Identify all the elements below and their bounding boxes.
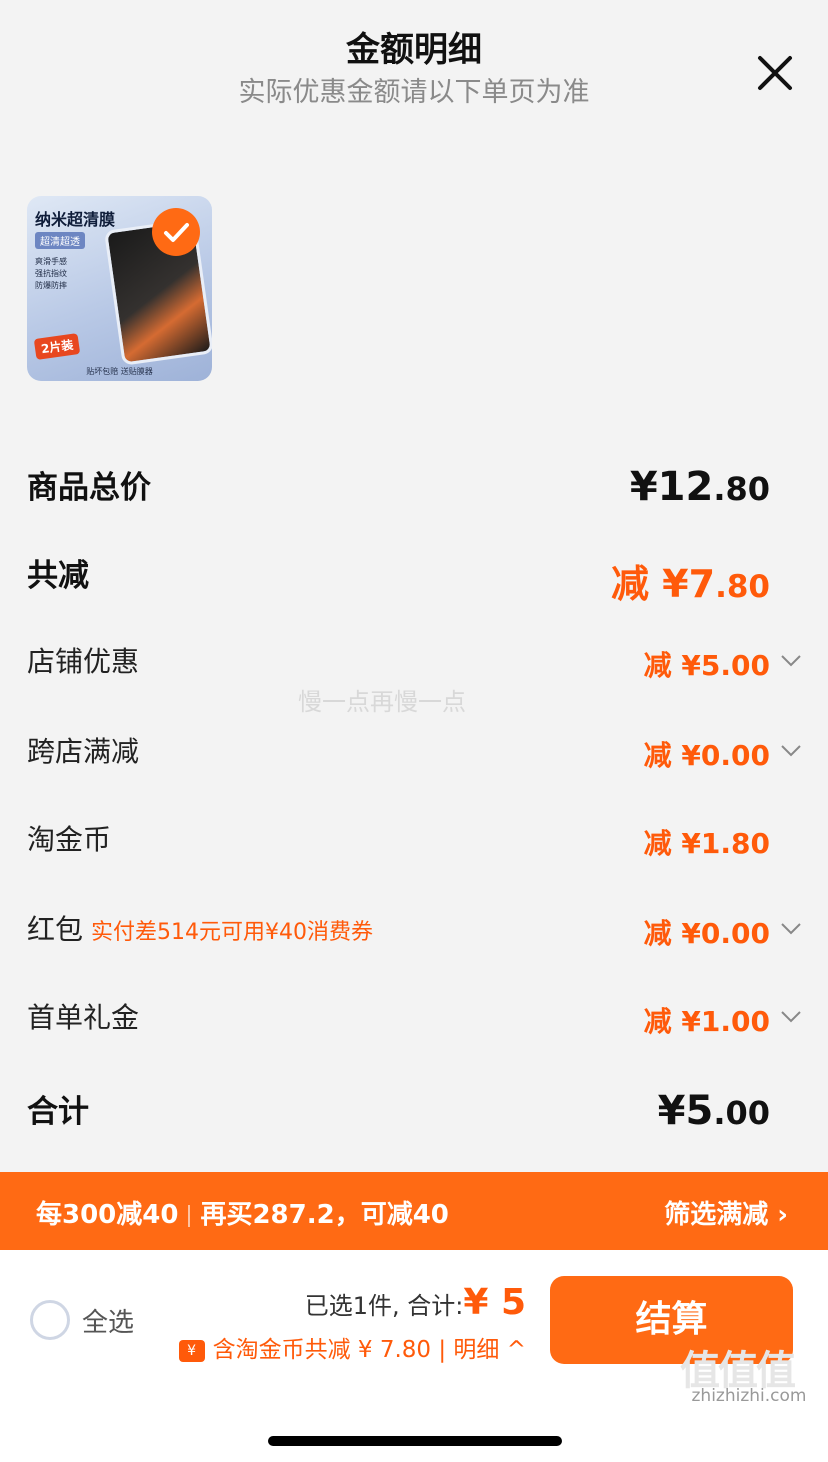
promo-bar[interactable]: 每300减40 再买287.2，可减40 筛选满减 › bbox=[0, 1172, 828, 1250]
coin-discount-details[interactable]: ¥ 含淘金币共减 ¥ 7.80 | 明细 ^ bbox=[178, 1330, 526, 1364]
discount-label: 共减 bbox=[27, 558, 89, 594]
close-icon[interactable] bbox=[752, 50, 798, 96]
chevron-down-icon[interactable] bbox=[779, 916, 803, 940]
total-price: ¥ 5 bbox=[463, 1282, 526, 1323]
selected-check-icon[interactable] bbox=[152, 208, 200, 256]
site-watermark: zhizhizhi.com bbox=[691, 1386, 807, 1406]
product-feature: 强抗指纹 bbox=[35, 269, 67, 278]
select-all-radio[interactable] bbox=[30, 1300, 70, 1340]
product-tag: 超清超透 bbox=[35, 232, 85, 249]
sum-amount: ¥5.00 bbox=[657, 1088, 770, 1134]
page-title: 金额明细 bbox=[346, 30, 482, 70]
product-footer-text: 贴坏包赔 送贴膜器 bbox=[86, 367, 153, 376]
filter-full-discount-link[interactable]: 筛选满减 › bbox=[664, 1194, 788, 1231]
row-amount: 减 ¥0.00 bbox=[643, 739, 770, 772]
watermark-text: 慢一点再慢一点 bbox=[298, 688, 466, 716]
row-amount: 减 ¥1.00 bbox=[643, 1005, 770, 1038]
chevron-down-icon[interactable] bbox=[779, 738, 803, 762]
home-indicator[interactable] bbox=[268, 1436, 562, 1446]
row-label: 首单礼金 bbox=[27, 1001, 140, 1034]
promo-text: 每300减40 再买287.2，可减40 bbox=[36, 1200, 449, 1230]
row-amount: 减 ¥5.00 bbox=[643, 649, 770, 682]
row-label: 跨店满减 bbox=[27, 735, 140, 768]
select-all-label[interactable]: 全选 bbox=[82, 1302, 134, 1339]
header: 金额明细 实际优惠金额请以下单页为准 bbox=[0, 0, 828, 120]
pack-badge: 2片装 bbox=[33, 333, 81, 360]
chevron-down-icon[interactable] bbox=[779, 1004, 803, 1028]
row-label: 淘金币 bbox=[27, 823, 112, 856]
sum-label: 合计 bbox=[27, 1094, 89, 1130]
product-features: 爽滑手感 强抗指纹 防爆防摔 bbox=[35, 256, 67, 292]
total-amount: ¥12.80 bbox=[629, 464, 770, 510]
selected-summary: 已选1件, 合计:¥ 5 bbox=[304, 1282, 526, 1323]
red-packet-note: 实付差514元可用¥40消费券 bbox=[91, 920, 373, 945]
row-amount: 减 ¥1.80 bbox=[643, 827, 770, 860]
total-label: 商品总价 bbox=[27, 470, 151, 506]
row-label: 红包 实付差514元可用¥40消费券 bbox=[27, 913, 373, 946]
product-name: 纳米超清膜 bbox=[35, 210, 116, 229]
discount-amount: 减 ¥7.80 bbox=[610, 562, 770, 606]
product-feature: 防爆防摔 bbox=[35, 281, 67, 290]
page-subtitle: 实际优惠金额请以下单页为准 bbox=[238, 77, 590, 108]
product-feature: 爽滑手感 bbox=[35, 257, 67, 266]
row-amount: 减 ¥0.00 bbox=[643, 917, 770, 950]
coin-icon: ¥ bbox=[178, 1339, 205, 1362]
chevron-down-icon[interactable] bbox=[779, 648, 803, 672]
divider bbox=[188, 1204, 191, 1227]
checkout-footer: 全选 已选1件, 合计:¥ 5 ¥ 含淘金币共减 ¥ 7.80 | 明细 ^ 结算… bbox=[0, 1250, 828, 1462]
row-label: 店铺优惠 bbox=[27, 645, 140, 678]
